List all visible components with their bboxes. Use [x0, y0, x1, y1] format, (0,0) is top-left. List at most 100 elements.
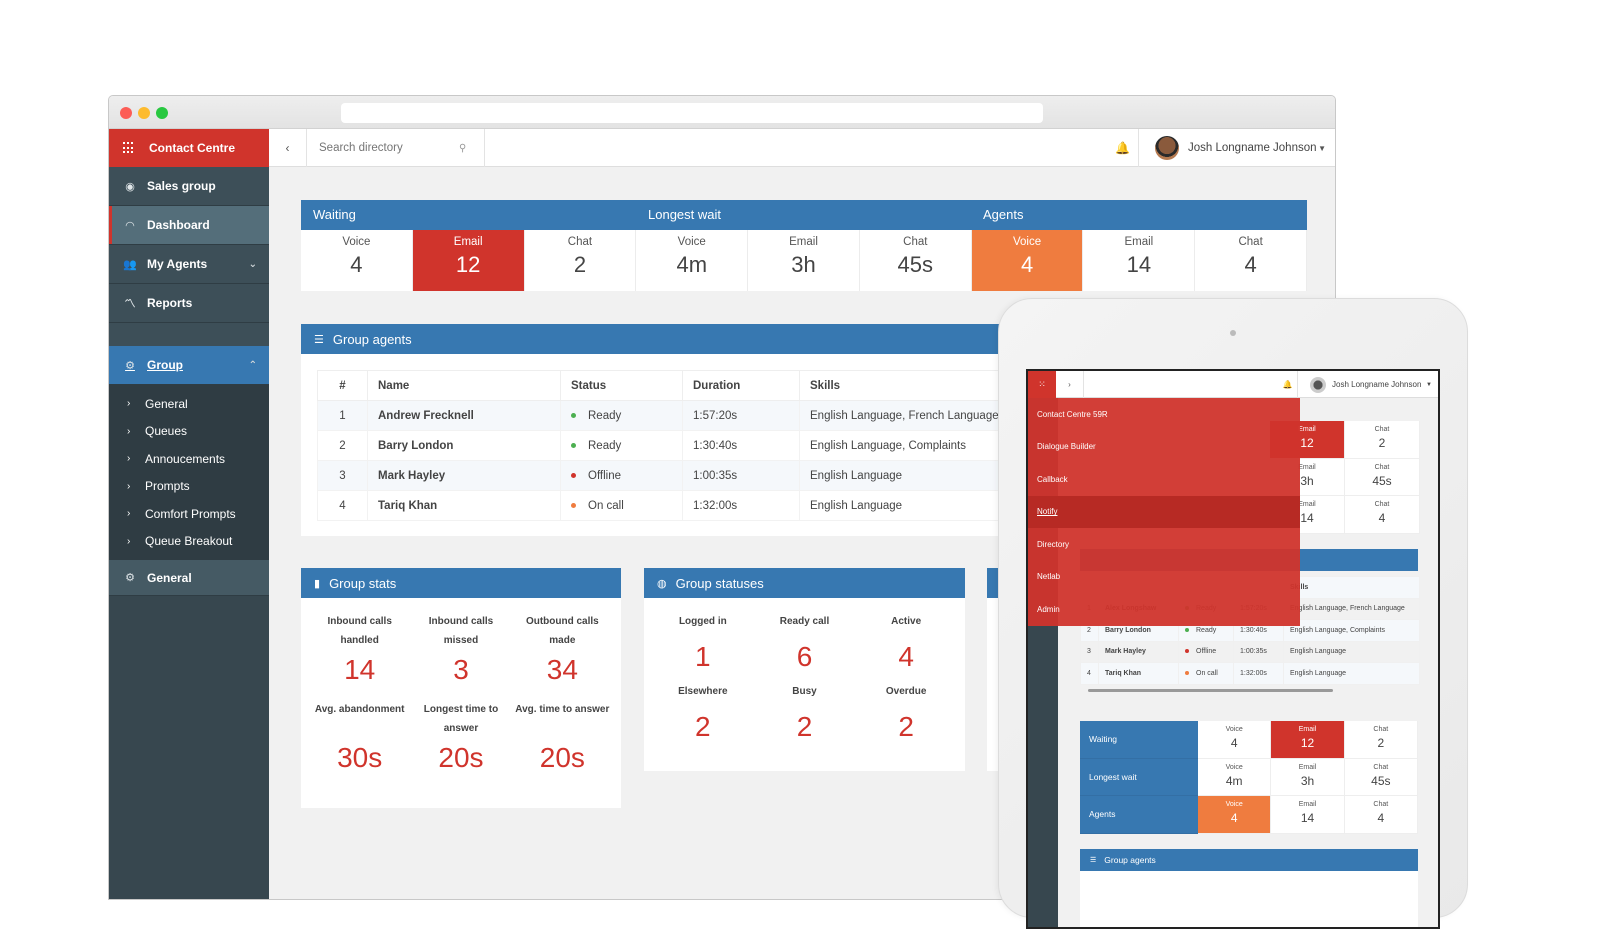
summary-cell-label: Voice	[677, 236, 706, 248]
group-agents-panel: ☰ Group agents # Name Status Duration Sk…	[301, 324, 1021, 536]
user-menu[interactable]: Josh Longname Johnson ▼	[1139, 129, 1335, 167]
submenu-item-queues[interactable]: › Queues	[109, 418, 269, 446]
summary-cell[interactable]: Chat 4	[1195, 230, 1308, 291]
column-header[interactable]: #	[317, 370, 368, 401]
agent-skills: English Language	[799, 460, 1017, 491]
collapse-sidebar-button[interactable]: ‹	[269, 129, 307, 167]
sidebar-item-sales-group[interactable]: ◉ Sales group	[109, 167, 269, 206]
summary-cell-value: 2	[573, 252, 587, 277]
column-header[interactable]: Status	[560, 370, 683, 401]
sidebar-item-reports[interactable]: 〽 Reports	[109, 284, 269, 323]
table-row[interactable]: 1 Andrew Frecknell Ready 1:57:20s English La…	[317, 400, 1017, 431]
submenu-item-announcements[interactable]: › Annoucements	[109, 445, 269, 473]
summary-cell[interactable]: Chat 4	[1344, 796, 1418, 834]
summary-cell[interactable]: Voice 4	[301, 230, 413, 291]
summary-cell[interactable]: Voice 4m	[636, 230, 749, 291]
submenu-item-general[interactable]: › General	[109, 390, 269, 418]
user-menu[interactable]: Josh Longname Johnson ▼	[1300, 371, 1438, 398]
summary-cell-label: Chat	[1238, 236, 1263, 248]
sidebar-item-general[interactable]: ⚙ General	[109, 560, 269, 596]
status-label: Ready	[588, 409, 622, 422]
submenu-label: Prompts	[145, 479, 190, 494]
avatar	[1310, 376, 1326, 393]
column-header[interactable]: Skills	[1283, 576, 1420, 599]
table-row[interactable]: 3 Mark Hayley Offline 1:00:35s English Langu…	[1080, 640, 1420, 663]
sidebar-item-group[interactable]: ⚙ Group ⌃	[109, 346, 269, 385]
expand-sidebar-button[interactable]: ›	[1056, 371, 1084, 398]
sidebar-item-dashboard[interactable]: ◠ Dashboard	[109, 206, 269, 245]
notifications-button[interactable]: 🔔	[1107, 129, 1139, 167]
agent-name: Mark Hayley	[367, 460, 561, 491]
sidebar-spacer	[109, 323, 269, 346]
group-statuses-panel: ◍ Group statuses Logged in 1 Ready call 6 Ac…	[644, 568, 965, 771]
column-header[interactable]: Duration	[682, 370, 800, 401]
menu-item[interactable]: Notify	[1028, 495, 1300, 528]
minimize-window-button[interactable]	[138, 107, 150, 119]
notifications-button[interactable]: 🔔	[1278, 371, 1298, 398]
sidebar-item-my-agents[interactable]: 👥 My Agents ⌄	[109, 245, 269, 284]
agent-duration: 1:30:40s	[682, 430, 800, 461]
summary-cell[interactable]: Email 14	[1271, 796, 1345, 834]
table-row[interactable]: 2 Barry London Ready 1:30:40s English Langua…	[317, 430, 1017, 461]
stats-grid: Inbound calls handled 14 Inbound calls mis…	[301, 598, 621, 788]
summary-cell[interactable]: Chat 45s	[860, 230, 972, 291]
search-input[interactable]	[319, 142, 459, 154]
menu-item[interactable]: Admin	[1028, 593, 1300, 626]
globe-icon: ◍	[657, 577, 667, 590]
apps-grid-icon	[123, 142, 135, 154]
submenu-item-prompts[interactable]: › Prompts	[109, 473, 269, 501]
summary-cell[interactable]: Email 14	[1083, 230, 1196, 291]
menu-item[interactable]: Directory	[1028, 528, 1300, 561]
menu-item[interactable]: Contact Centre 59R	[1028, 398, 1300, 431]
agent-duration: 1:32:00s	[1233, 662, 1284, 685]
summary-cell[interactable]: Chat 2	[1344, 721, 1418, 759]
summary-cell[interactable]: Email 3h	[748, 230, 860, 291]
menu-item[interactable]: Callback	[1028, 463, 1300, 496]
summary-cell-label: Chat	[1373, 801, 1389, 808]
menu-item[interactable]: Dialogue Builder	[1028, 431, 1300, 464]
summary-cell-label: Voice	[1013, 236, 1042, 248]
sidebar-item-label: Dashboard	[147, 218, 210, 232]
summary-cell[interactable]: Voice 4	[971, 230, 1084, 291]
column-header[interactable]: Skills	[799, 370, 1017, 401]
group-stats-panel: ▮ Group stats Inbound calls handled 14 Inb…	[301, 568, 621, 808]
table-row[interactable]: 3 Mark Hayley Offline 1:00:35s English Langu…	[317, 460, 1017, 491]
search-box: ⚲	[307, 129, 485, 167]
summary-cell[interactable]: Voice 4	[1198, 796, 1272, 834]
row-number: 4	[1080, 662, 1099, 685]
column-header[interactable]: Name	[367, 370, 561, 401]
horizontal-scrollbar[interactable]	[1088, 689, 1333, 692]
summary-cell[interactable]: Chat 4	[1345, 496, 1420, 533]
summary-cell[interactable]: Chat 45s	[1344, 758, 1418, 796]
summary-cell[interactable]: Voice 4m	[1198, 758, 1272, 796]
agent-status: Ready	[560, 430, 683, 461]
panel-title: Group stats	[329, 575, 397, 591]
maximize-window-button[interactable]	[156, 107, 168, 119]
summary-cell[interactable]: Email 12	[412, 230, 525, 291]
summary-cell[interactable]: Chat 2	[1345, 421, 1420, 458]
summary-cell[interactable]: Voice 4	[1198, 721, 1272, 759]
table-row[interactable]: 4 Tariq Khan On call 1:32:00s English Langua…	[1080, 662, 1420, 685]
summary-cell[interactable]: Email 12	[1271, 721, 1345, 759]
submenu-item-comfort-prompts[interactable]: › Comfort Prompts	[109, 500, 269, 528]
address-bar[interactable]	[341, 103, 1043, 123]
summary-cell-value: 4	[1230, 811, 1238, 825]
bar-chart-icon: ▮	[314, 577, 321, 590]
search-icon[interactable]: ⚲	[459, 143, 466, 154]
menu-item[interactable]: Netlab	[1028, 561, 1300, 594]
summary-cell[interactable]: Chat 2	[525, 230, 637, 291]
close-window-button[interactable]	[120, 107, 132, 119]
stat-value: 4	[898, 641, 914, 672]
agent-skills: English Language, Complaints	[1283, 619, 1420, 642]
table-row[interactable]: 4 Tariq Khan On call 1:32:00s English Langua…	[317, 490, 1017, 521]
chevron-right-icon: ›	[127, 425, 131, 437]
stat-label: Active	[891, 616, 922, 627]
agent-name: Mark Hayley	[1098, 640, 1179, 663]
apps-grid-button[interactable]: ⁙	[1028, 371, 1056, 398]
summary-cell[interactable]: Email 3h	[1271, 758, 1345, 796]
summary-cell[interactable]: Chat 45s	[1345, 458, 1420, 495]
summary-cell-value: 12	[1300, 736, 1315, 750]
chevron-up-icon: ⌃	[248, 359, 257, 371]
brand-header[interactable]: Contact Centre	[109, 129, 269, 167]
submenu-item-queue-breakout[interactable]: › Queue Breakout	[109, 528, 269, 556]
